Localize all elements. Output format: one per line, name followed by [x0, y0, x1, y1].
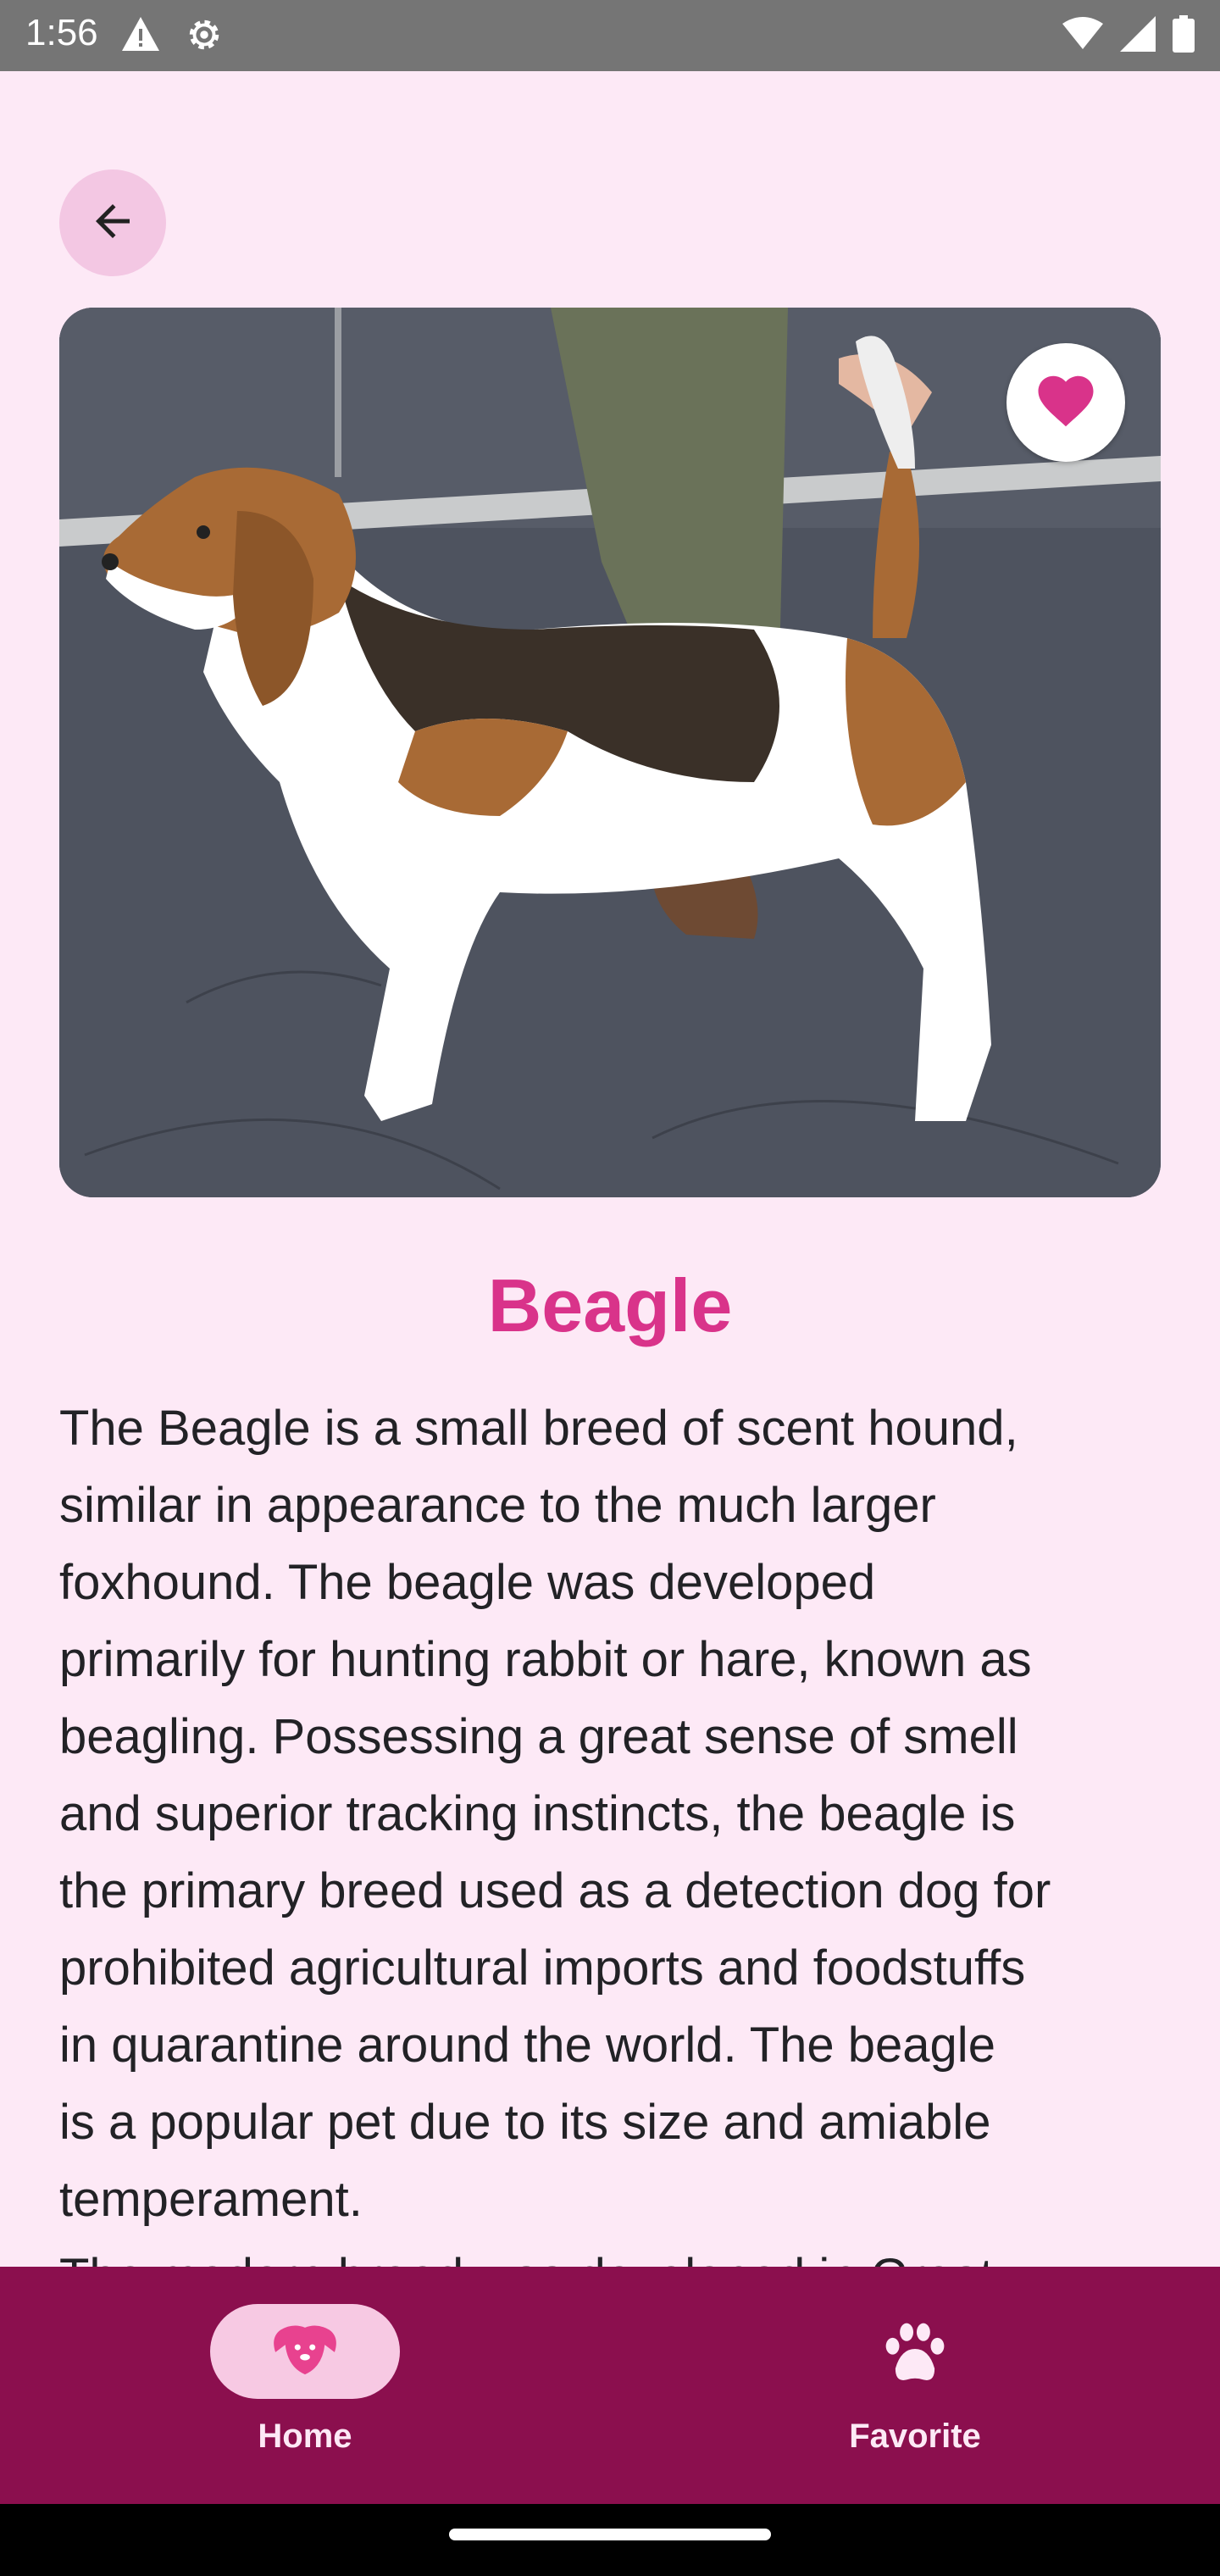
dog-face-icon [269, 2323, 341, 2381]
battery-icon [1173, 15, 1195, 57]
wifi-icon [1062, 17, 1103, 55]
bottom-navigation: Home Favorite [0, 2267, 1220, 2504]
breed-name: Beagle [487, 1263, 733, 1347]
breed-image [59, 308, 1161, 1197]
settings-icon [185, 15, 224, 58]
system-navigation-area [0, 2504, 1220, 2576]
gesture-handle[interactable] [449, 2529, 771, 2540]
breed-description: The Beagle is a small breed of scent hou… [59, 1401, 1051, 2267]
nav-item-favorite[interactable]: Favorite [610, 2267, 1220, 2504]
nav-label-home: Home [258, 2418, 352, 2455]
arrow-back-icon [87, 196, 138, 251]
warning-icon [120, 15, 161, 58]
status-bar: 1:56 [0, 0, 1220, 71]
heart-icon [1033, 368, 1099, 438]
nav-active-indicator [210, 2304, 400, 2399]
favorite-button[interactable] [1006, 343, 1125, 462]
paw-icon [881, 2321, 949, 2390]
nav-item-home[interactable]: Home [0, 2267, 610, 2504]
status-time: 1:56 [25, 12, 98, 53]
beagle-photo [59, 308, 1161, 1197]
signal-icon [1120, 16, 1156, 56]
back-button[interactable] [59, 169, 166, 276]
nav-label-favorite: Favorite [849, 2418, 981, 2455]
description-scroll-area[interactable]: The Beagle is a small breed of scent hou… [0, 1373, 1220, 2267]
